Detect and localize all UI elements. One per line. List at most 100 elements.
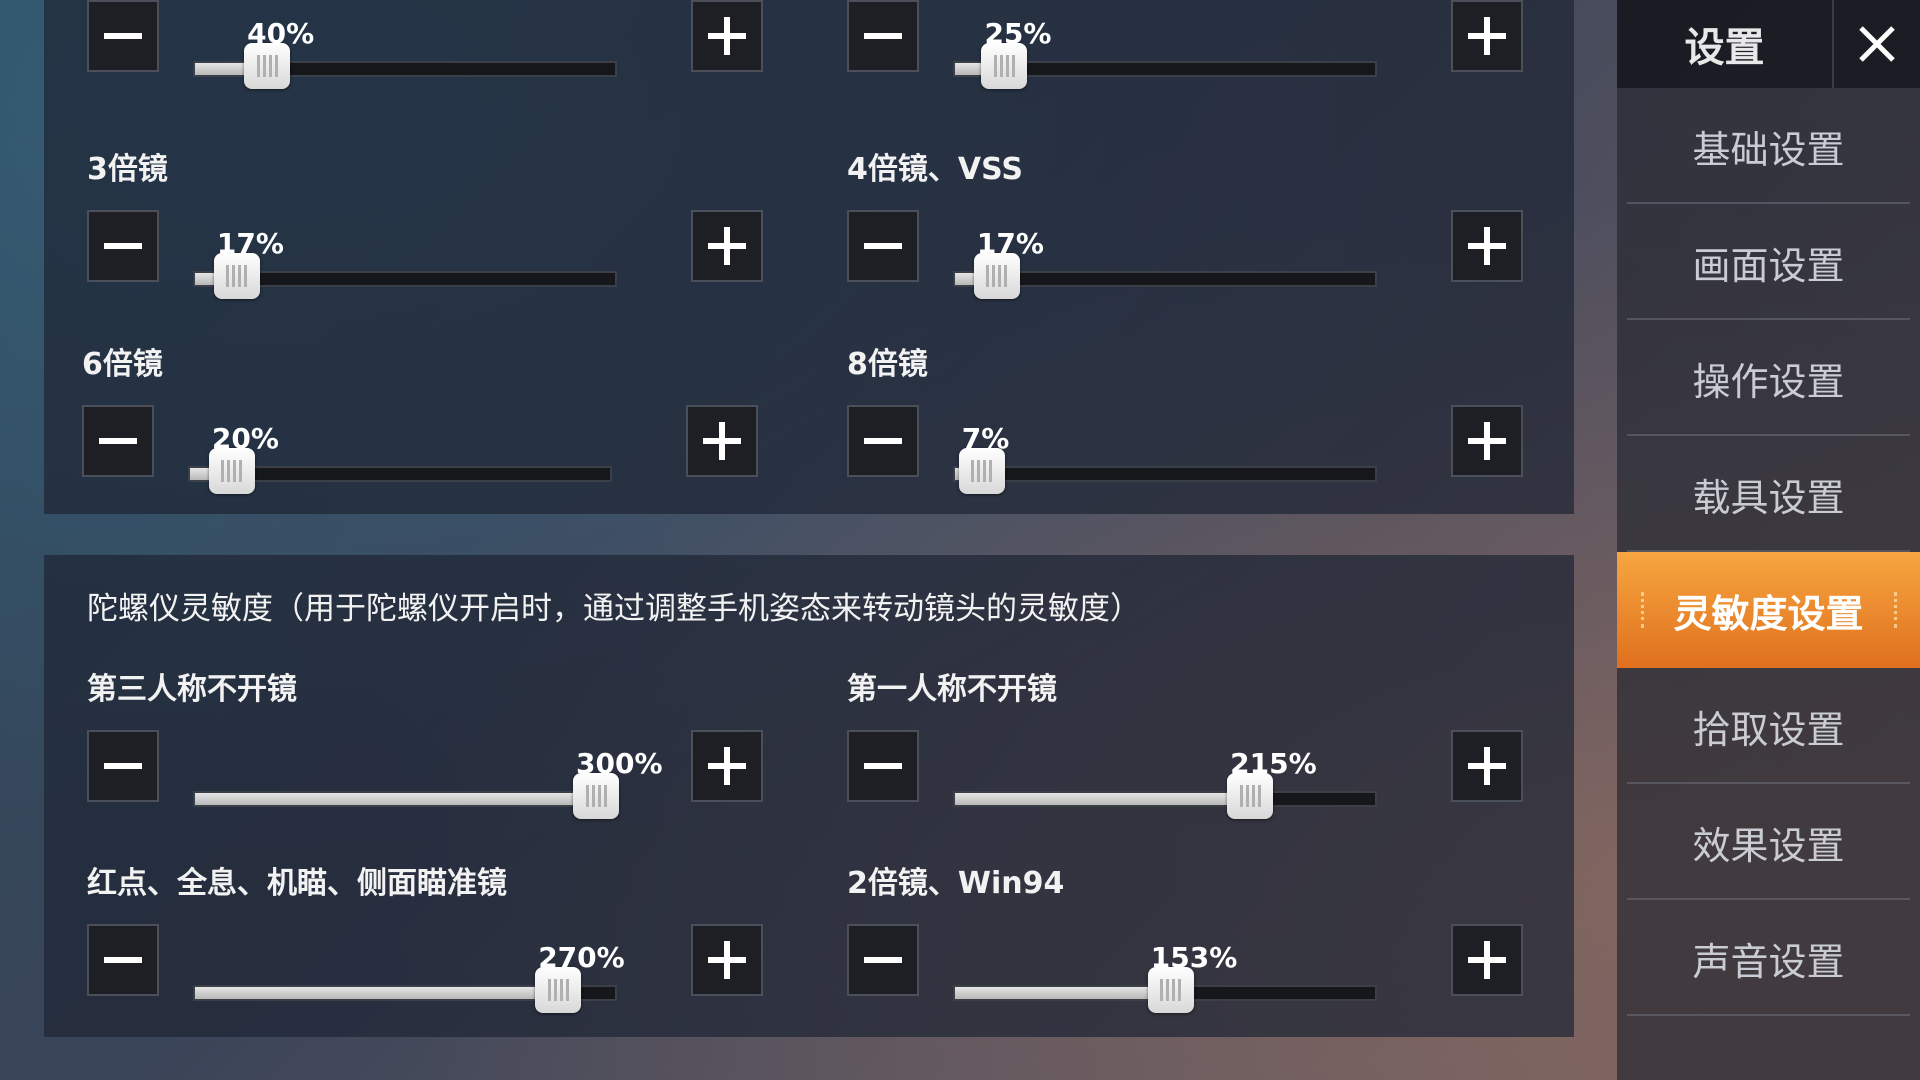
gyro-fpp-no-scope-value: 215% bbox=[1230, 747, 1317, 780]
sidebar-item-basic[interactable]: 基础设置 bbox=[1617, 88, 1920, 204]
scope-8x-increase-button[interactable] bbox=[1451, 405, 1523, 477]
minus-icon bbox=[104, 243, 142, 249]
scope-top-left-decrease-button[interactable] bbox=[87, 0, 159, 72]
scope-4x-vss-slider-track[interactable]: 17% bbox=[953, 227, 1377, 299]
gyro-reddot-holo-increase-button[interactable] bbox=[691, 924, 763, 996]
scope-top-left-slider-track[interactable]: 40% bbox=[193, 17, 617, 89]
sidebar-item-pickup[interactable]: 拾取设置 bbox=[1617, 668, 1920, 784]
sidebar-item-label: 声音设置 bbox=[1692, 939, 1845, 984]
minus-icon bbox=[864, 763, 902, 769]
minus-icon bbox=[104, 957, 142, 963]
grip-icon bbox=[1894, 592, 1902, 628]
gyro-tpp-no-scope-increase-button[interactable] bbox=[691, 730, 763, 802]
gyro-2x-win94-value: 153% bbox=[1150, 941, 1238, 974]
scope-top-right-slider-track[interactable]: 25% bbox=[953, 17, 1377, 89]
scope-3x-slider-track[interactable]: 17% bbox=[193, 227, 617, 299]
scope-3x-label: 3倍镜 bbox=[87, 152, 168, 187]
scope-3x-increase-button[interactable] bbox=[691, 210, 763, 282]
plus-icon bbox=[703, 422, 741, 460]
plus-icon bbox=[1468, 227, 1506, 265]
gyro-fpp-no-scope-decrease-button[interactable] bbox=[847, 730, 919, 802]
scope-6x-label: 6倍镜 bbox=[82, 347, 163, 382]
close-button[interactable] bbox=[1832, 0, 1920, 88]
sidebar-item-effects[interactable]: 效果设置 bbox=[1617, 784, 1920, 900]
sidebar-item-vehicle[interactable]: 载具设置 bbox=[1617, 436, 1920, 552]
gyro-reddot-holo-slider-track[interactable]: 270% bbox=[193, 941, 625, 1013]
scope-top-left-value: 40% bbox=[247, 17, 315, 50]
scope-8x-slider-track[interactable]: 7% bbox=[953, 422, 1377, 494]
plus-icon bbox=[1468, 17, 1506, 55]
gyro-2x-win94-label: 2倍镜、Win94 bbox=[847, 866, 1065, 901]
scope-4x-vss-decrease-button[interactable] bbox=[847, 210, 919, 282]
gyro-tpp-no-scope-setting: 第三人称不开镜 300% bbox=[87, 664, 767, 819]
scope-4x-vss-label: 4倍镜、VSS bbox=[847, 152, 1023, 187]
sidebar-item-sensitivity[interactable]: 灵敏度设置 bbox=[1617, 552, 1920, 668]
minus-icon bbox=[99, 438, 137, 444]
minus-icon bbox=[864, 957, 902, 963]
sidebar-item-label: 操作设置 bbox=[1692, 359, 1845, 404]
plus-icon bbox=[708, 747, 746, 785]
sidebar-item-label: 效果设置 bbox=[1692, 823, 1845, 868]
gyro-2x-win94-setting: 2倍镜、Win94 153% bbox=[847, 858, 1527, 1013]
sidebar-item-label: 灵敏度设置 bbox=[1673, 591, 1864, 636]
settings-sidebar: 设置 基础设置画面设置操作设置载具设置灵敏度设置拾取设置效果设置声音设置 bbox=[1617, 0, 1920, 1080]
gyro-2x-win94-slider-fill bbox=[955, 987, 1171, 999]
scope-8x-decrease-button[interactable] bbox=[847, 405, 919, 477]
scope-top-right-setting: 25% bbox=[847, 0, 1527, 89]
minus-icon bbox=[864, 438, 902, 444]
scope-6x-decrease-button[interactable] bbox=[82, 405, 154, 477]
gyro-2x-win94-decrease-button[interactable] bbox=[847, 924, 919, 996]
gyro-tpp-no-scope-decrease-button[interactable] bbox=[87, 730, 159, 802]
scope-6x-setting: 6倍镜 20% bbox=[82, 339, 762, 494]
sidebar-header: 设置 bbox=[1617, 0, 1920, 88]
scope-8x-label: 8倍镜 bbox=[847, 347, 928, 382]
gyro-reddot-holo-value: 270% bbox=[538, 941, 625, 974]
scope-top-left-setting: 40% bbox=[87, 0, 767, 89]
gyro-section-title: 陀螺仪灵敏度（用于陀螺仪开启时，通过调整手机姿态来转动镜头的灵敏度） bbox=[87, 591, 1141, 627]
sidebar-item-label: 基础设置 bbox=[1692, 127, 1845, 172]
close-icon bbox=[1859, 26, 1895, 62]
gyro-reddot-holo-decrease-button[interactable] bbox=[87, 924, 159, 996]
sidebar-item-audio[interactable]: 声音设置 bbox=[1617, 900, 1920, 1016]
gyro-reddot-holo-setting: 红点、全息、机瞄、侧面瞄准镜 270% bbox=[87, 858, 767, 1013]
gyro-2x-win94-slider-track[interactable]: 153% bbox=[953, 941, 1377, 1013]
plus-icon bbox=[708, 17, 746, 55]
scope-6x-slider-track[interactable]: 20% bbox=[188, 422, 612, 494]
scope-8x-value: 7% bbox=[961, 422, 1010, 455]
gyro-tpp-no-scope-slider-track[interactable]: 300% bbox=[193, 747, 663, 819]
gyro-reddot-holo-slider-fill bbox=[195, 987, 559, 999]
plus-icon bbox=[708, 941, 746, 979]
gyro-fpp-no-scope-setting: 第一人称不开镜 215% bbox=[847, 664, 1527, 819]
scope-8x-setting: 8倍镜 7% bbox=[847, 339, 1527, 494]
scope-3x-setting: 3倍镜 17% bbox=[87, 144, 767, 299]
scope-4x-vss-setting: 4倍镜、VSS 17% bbox=[847, 144, 1527, 299]
scope-4x-vss-increase-button[interactable] bbox=[1451, 210, 1523, 282]
scope-3x-decrease-button[interactable] bbox=[87, 210, 159, 282]
plus-icon bbox=[1468, 747, 1506, 785]
gyro-fpp-no-scope-slider-track[interactable]: 215% bbox=[953, 747, 1377, 819]
plus-icon bbox=[708, 227, 746, 265]
sidebar-item-graphics[interactable]: 画面设置 bbox=[1617, 204, 1920, 320]
plus-icon bbox=[1468, 422, 1506, 460]
sidebar-item-controls[interactable]: 操作设置 bbox=[1617, 320, 1920, 436]
minus-icon bbox=[104, 33, 142, 39]
sidebar-item-label: 画面设置 bbox=[1692, 243, 1845, 288]
minus-icon bbox=[864, 33, 902, 39]
scope-top-right-decrease-button[interactable] bbox=[847, 0, 919, 72]
gyro-2x-win94-increase-button[interactable] bbox=[1451, 924, 1523, 996]
scope-top-left-increase-button[interactable] bbox=[691, 0, 763, 72]
scope-6x-value: 20% bbox=[211, 422, 279, 455]
scope-6x-increase-button[interactable] bbox=[686, 405, 758, 477]
gyro-tpp-no-scope-value: 300% bbox=[576, 747, 663, 780]
gyro-fpp-no-scope-increase-button[interactable] bbox=[1451, 730, 1523, 802]
gyro-fpp-no-scope-slider-fill bbox=[955, 793, 1251, 805]
gyro-tpp-no-scope-slider-fill bbox=[195, 793, 596, 805]
gyro-reddot-holo-label: 红点、全息、机瞄、侧面瞄准镜 bbox=[87, 866, 507, 901]
gyro-fpp-no-scope-label: 第一人称不开镜 bbox=[847, 672, 1057, 707]
scope-top-right-increase-button[interactable] bbox=[1451, 0, 1523, 72]
minus-icon bbox=[104, 763, 142, 769]
sidebar-item-label: 载具设置 bbox=[1692, 475, 1845, 520]
scope-top-right-value: 25% bbox=[984, 17, 1052, 50]
sidebar-title: 设置 bbox=[1684, 25, 1765, 71]
sidebar-item-label: 拾取设置 bbox=[1692, 707, 1845, 752]
